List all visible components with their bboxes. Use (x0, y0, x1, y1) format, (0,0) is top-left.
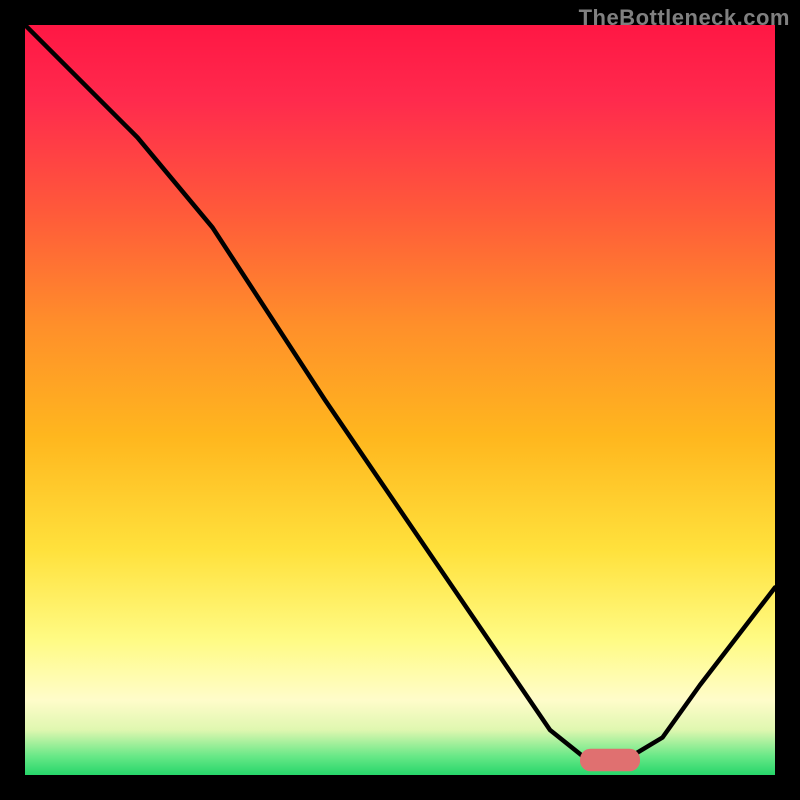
chart-frame: TheBottleneck.com (0, 0, 800, 800)
plot-area (25, 25, 775, 775)
watermark-text: TheBottleneck.com (579, 5, 790, 31)
sweetspot-marker (25, 25, 775, 775)
